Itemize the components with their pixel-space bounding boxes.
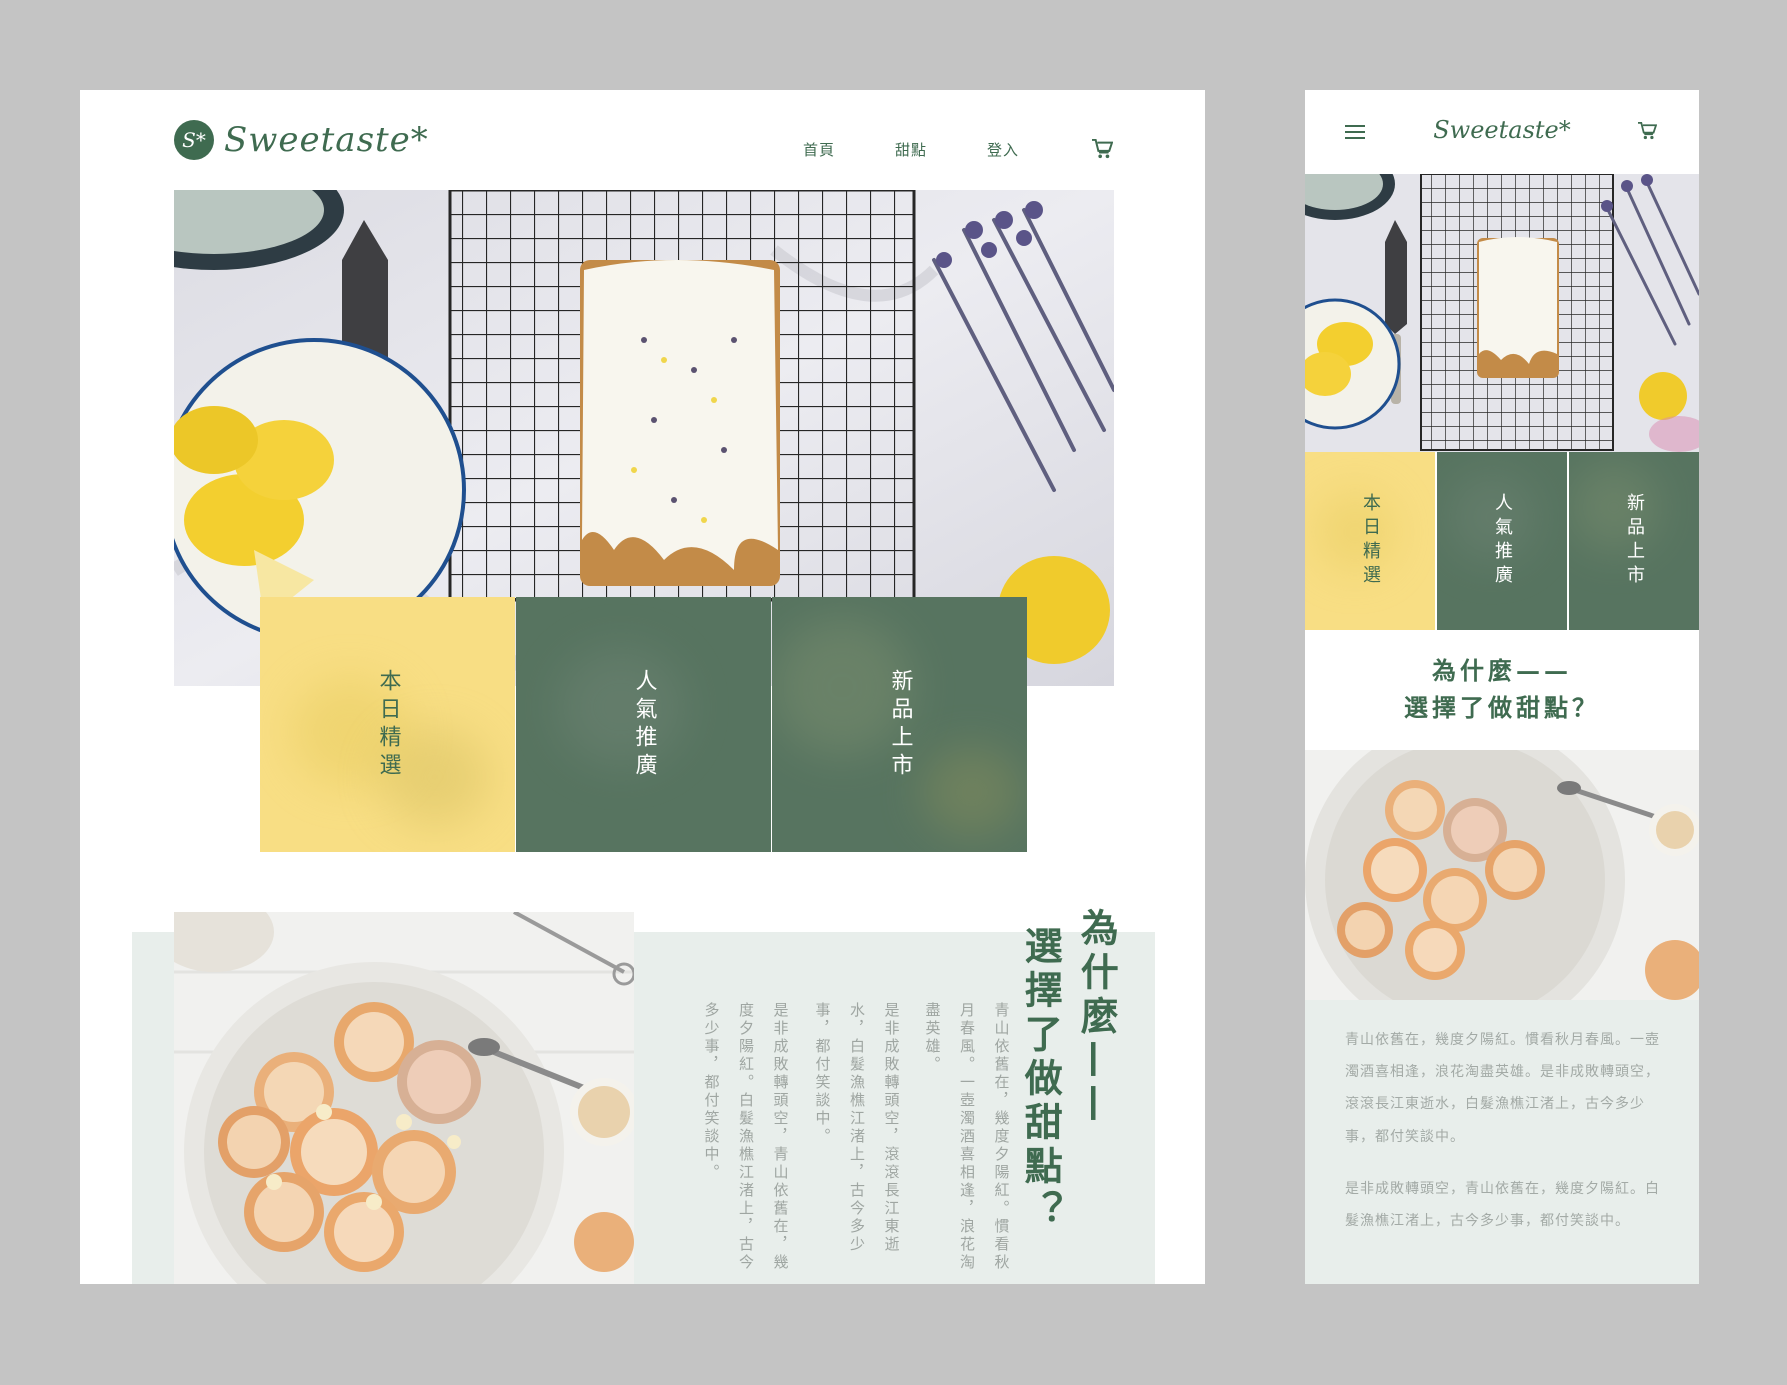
why-paragraph-2: 是非成敗轉頭空，滾滾長江東逝水，白髮漁樵江渚上，古今多少事，都付笑談中。	[813, 1002, 901, 1254]
tile-new-arrivals-label: 新品上市	[887, 668, 913, 781]
mobile-hero-image	[1305, 174, 1699, 452]
nav-desserts-link[interactable]: 甜點	[895, 139, 927, 160]
why-heading-line2: 選擇了做甜點？	[1018, 926, 1064, 1234]
mobile-why-paragraph-1: 青山依舊在，幾度夕陽紅。慣看秋月春風。一壺濁酒喜相逢，浪花淘盡英雄。是非成敗轉頭…	[1345, 1032, 1660, 1145]
mobile-why-heading-line1: 為什麼——	[1432, 656, 1572, 685]
logo-badge: S*	[174, 120, 214, 160]
mobile-tile-popular-label: 人氣推廣	[1492, 493, 1513, 589]
nav-login-link[interactable]: 登入	[987, 139, 1019, 160]
mobile-tile-new-arrivals-label: 新品上市	[1624, 493, 1645, 589]
tile-daily-pick-label: 本日精選	[375, 668, 401, 781]
mobile-why-paragraph-2: 是非成敗轉頭空，青山依舊在，幾度夕陽紅。白髮漁樵江渚上，古今多少事，都付笑談中。	[1345, 1181, 1660, 1230]
tile-popular[interactable]: 人氣推廣	[516, 597, 771, 852]
mobile-why-heading-line2: 選擇了做甜點？	[1404, 693, 1600, 722]
desktop-page: S* Sweetaste* 首頁 甜點 登入 本日精選 人氣推廣 新品上市 為什…	[80, 90, 1205, 1284]
why-heading-line1: 為什麼——	[1074, 908, 1120, 1128]
tile-popular-label: 人氣推廣	[631, 668, 657, 781]
mobile-page: Sweetaste* 本日精選 人氣推廣 新品上市 為什麼—— 選擇了做甜點？ …	[1305, 90, 1699, 1284]
brand-name: Sweetaste*	[224, 120, 429, 160]
mobile-pancake-image	[1305, 750, 1699, 1000]
mobile-cart-icon[interactable]	[1637, 121, 1658, 144]
mobile-tile-daily-pick-label: 本日精選	[1360, 493, 1381, 589]
mobile-tile-new-arrivals[interactable]: 新品上市	[1569, 452, 1699, 630]
tile-daily-pick[interactable]: 本日精選	[260, 597, 515, 852]
mobile-tile-daily-pick[interactable]: 本日精選	[1305, 452, 1435, 630]
pancake-image	[174, 912, 634, 1284]
why-paragraph-1: 青山依舊在，幾度夕陽紅。慣看秋月春風。一壺濁酒喜相逢，浪花淘盡英雄。	[923, 1002, 1011, 1272]
nav-home-link[interactable]: 首頁	[803, 139, 835, 160]
why-paragraph-3: 是非成敗轉頭空，青山依舊在，幾度夕陽紅。白髮漁樵江渚上，古今多少事，都付笑談中。	[702, 1002, 790, 1272]
brand-logo[interactable]: S* Sweetaste*	[174, 120, 429, 160]
mobile-tile-popular[interactable]: 人氣推廣	[1437, 452, 1567, 630]
tile-new-arrivals[interactable]: 新品上市	[772, 597, 1027, 852]
cart-icon[interactable]	[1091, 138, 1114, 163]
